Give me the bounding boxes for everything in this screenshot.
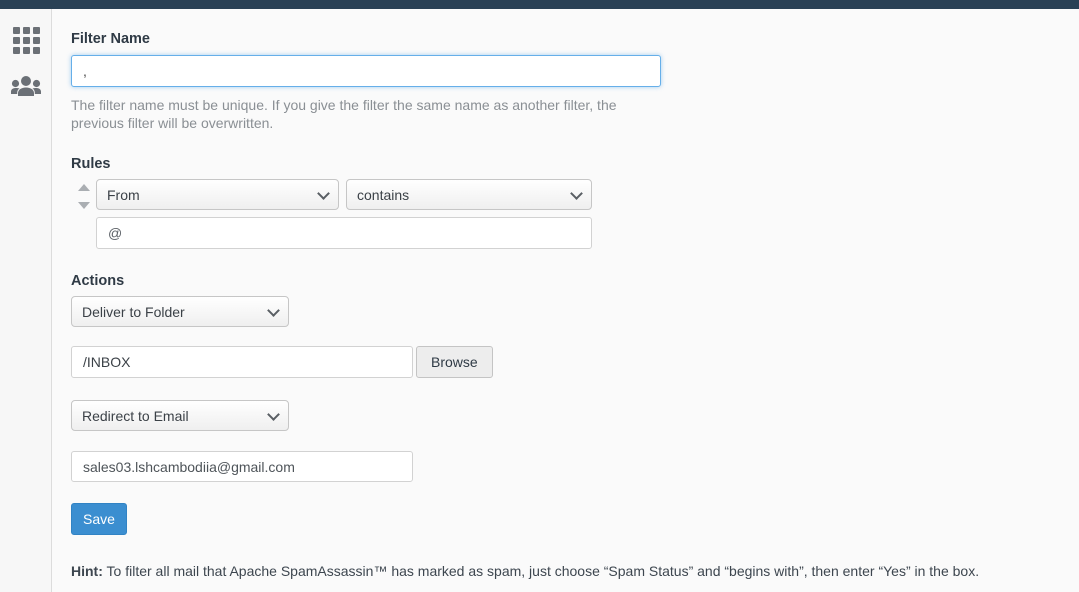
action-one-select-value: Deliver to Folder bbox=[82, 303, 185, 320]
sidebar-item-users[interactable] bbox=[0, 64, 52, 111]
users-group-icon bbox=[11, 74, 41, 101]
hint-prefix: Hint: bbox=[71, 563, 103, 580]
action-two-select-value: Redirect to Email bbox=[82, 407, 189, 424]
rule-field-select[interactable]: From bbox=[96, 179, 339, 211]
rule-field-select-value: From bbox=[107, 186, 140, 203]
chevron-down-icon bbox=[267, 304, 280, 317]
action-one-select[interactable]: Deliver to Folder bbox=[71, 296, 289, 328]
filter-name-input[interactable] bbox=[71, 55, 661, 88]
save-button[interactable]: Save bbox=[71, 503, 127, 536]
apps-grid-icon bbox=[12, 27, 40, 54]
chevron-down-icon bbox=[317, 187, 330, 200]
action-two-select[interactable]: Redirect to Email bbox=[71, 400, 289, 432]
top-bar bbox=[0, 0, 1079, 9]
chevron-down-icon bbox=[267, 408, 280, 421]
rule-value-input[interactable] bbox=[96, 217, 592, 250]
redirect-email-input[interactable] bbox=[71, 451, 413, 483]
main-content: Filter Name The filter name must be uniq… bbox=[53, 9, 1079, 592]
actions-section-title: Actions bbox=[71, 273, 125, 290]
filter-name-helper-text: The filter name must be unique. If you g… bbox=[71, 97, 617, 132]
browse-button[interactable]: Browse bbox=[416, 346, 493, 379]
folder-row: Browse bbox=[71, 346, 1079, 379]
sidebar-item-apps[interactable] bbox=[0, 17, 52, 64]
move-rule-up-icon[interactable] bbox=[78, 184, 90, 192]
rule-row: From contains bbox=[96, 179, 1079, 211]
rules-section-title: Rules bbox=[71, 156, 111, 173]
action-two-wrap: Redirect to Email bbox=[71, 400, 1079, 432]
hint-line: Hint: To filter all mail that Apache Spa… bbox=[71, 563, 1079, 579]
rule-operator-select-value: contains bbox=[357, 186, 410, 203]
rules-block: From contains bbox=[71, 179, 1079, 250]
folder-path-input[interactable] bbox=[71, 346, 413, 379]
hint-text: To filter all mail that Apache SpamAssas… bbox=[102, 563, 980, 580]
rule-reorder-controls bbox=[74, 184, 94, 210]
move-rule-down-icon[interactable] bbox=[78, 202, 90, 210]
filter-editor-page: Filter Name The filter name must be uniq… bbox=[0, 0, 1079, 592]
chevron-down-icon bbox=[570, 187, 583, 200]
left-sidebar bbox=[0, 9, 52, 592]
filter-name-label: Filter Name bbox=[71, 31, 150, 47]
actions-block: Deliver to Folder Browse Redirect to Ema… bbox=[71, 296, 1079, 536]
rule-operator-select[interactable]: contains bbox=[346, 179, 592, 211]
